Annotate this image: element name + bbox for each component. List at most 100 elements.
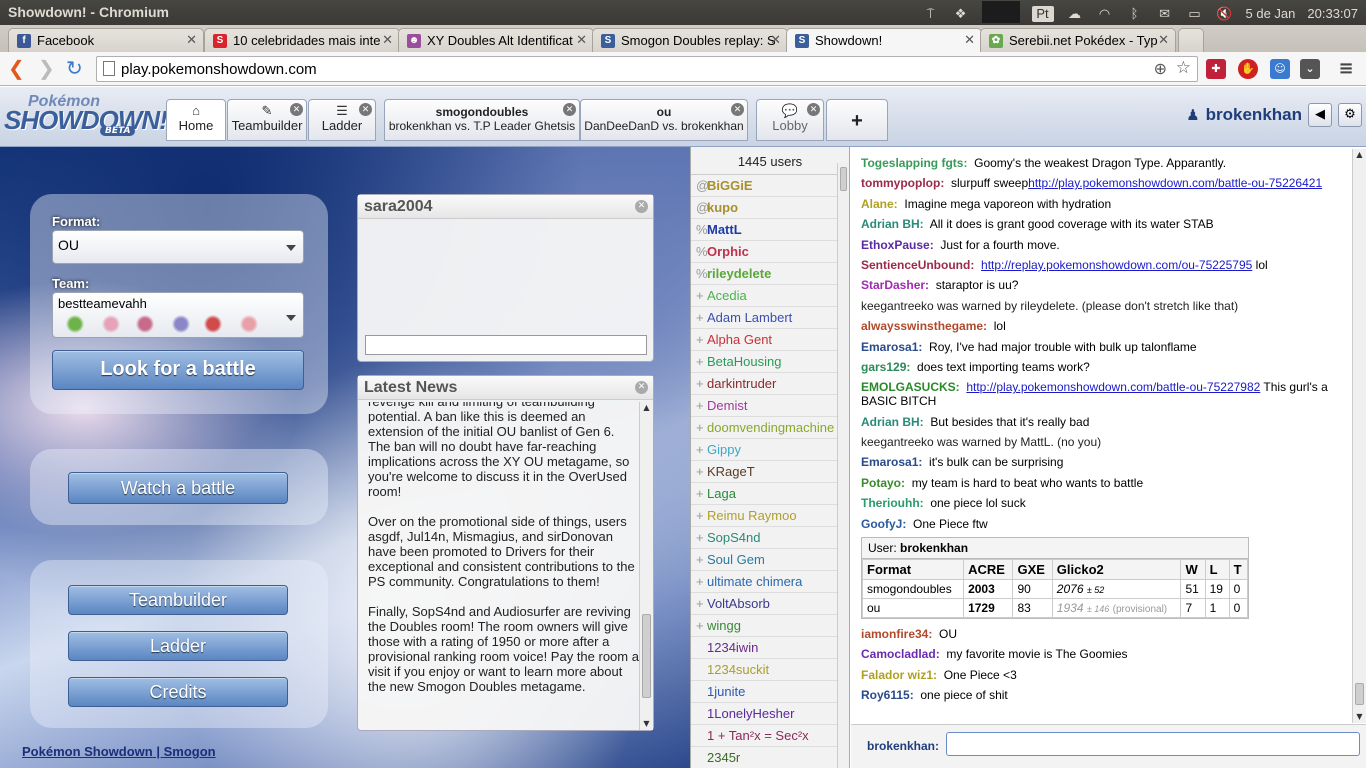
chat-username[interactable]: SentienceUnbound:	[861, 258, 974, 272]
user-list-item[interactable]: 1 + Tan²x = Sec²x	[691, 725, 849, 747]
scroll-down-icon[interactable]: ▼	[640, 718, 653, 730]
user-list-item[interactable]: + VoltAbsorb	[691, 593, 849, 615]
tray-app-icon[interactable]	[981, 1, 1020, 23]
sound-button[interactable]: ◀	[1308, 103, 1332, 127]
chat-username[interactable]: Adrian BH:	[861, 415, 924, 429]
extension-puzzle-icon[interactable]: ✚	[1206, 59, 1226, 79]
pocket-icon[interactable]: ⌄	[1300, 59, 1320, 79]
browser-tab-xy-doubles[interactable]: ☻ XY Doubles Alt Identificat ✕	[398, 28, 594, 52]
user-list-item[interactable]: + Laga	[691, 483, 849, 505]
extension-ghost-icon[interactable]: ☺	[1270, 59, 1290, 79]
close-icon[interactable]: ✕	[290, 103, 303, 116]
user-list-item[interactable]: 2345r	[691, 747, 849, 768]
chat-username[interactable]: EMOLGASUCKS:	[861, 380, 960, 394]
bookmark-star-icon[interactable]: ☆	[1176, 58, 1191, 78]
user-list-item[interactable]: @kupo	[691, 197, 849, 219]
cloud-icon[interactable]: ☁	[1066, 6, 1084, 22]
user-list-item[interactable]: @BiGGiE	[691, 175, 849, 197]
chat-username[interactable]: Alane:	[861, 197, 898, 211]
user-list-item[interactable]: %MattL	[691, 219, 849, 241]
tab-teambuilder[interactable]: ✎ Teambuilder ✕	[227, 99, 307, 141]
address-bar[interactable]: play.pokemonshowdown.com ⊕ ☆	[96, 56, 1198, 82]
user-list-item[interactable]: %rileydelete	[691, 263, 849, 285]
close-tab-icon[interactable]: ✕	[186, 32, 197, 48]
scrollbar-thumb[interactable]	[1355, 683, 1364, 705]
back-icon[interactable]: ❮	[8, 58, 25, 78]
new-room-button[interactable]: +	[826, 99, 888, 141]
user-list-item[interactable]: + Demist	[691, 395, 849, 417]
user-list-item[interactable]: + wingg	[691, 615, 849, 637]
volume-muted-icon[interactable]: 🔇	[1216, 6, 1234, 22]
browser-tab-facebook[interactable]: f Facebook ✕	[8, 28, 204, 52]
showdown-logo[interactable]: Pokémon SHOWDOWN! BETA	[4, 91, 168, 143]
scroll-up-icon[interactable]: ▲	[1353, 149, 1366, 161]
chat-scrollbar[interactable]: ▲ ▼	[1352, 149, 1366, 723]
chat-username[interactable]: Falador wiz1:	[861, 668, 937, 682]
user-list-item[interactable]: + ultimate chimera	[691, 571, 849, 593]
footer-link-smogon[interactable]: Smogon	[164, 744, 216, 759]
browser-tab-showdown[interactable]: S Showdown! ✕	[786, 28, 982, 53]
chat-username[interactable]: Togeslapping fgts:	[861, 156, 967, 170]
chat-username[interactable]: Emarosa1:	[861, 455, 922, 469]
dropbox-icon[interactable]: ❖	[952, 6, 970, 22]
close-icon[interactable]: ✕	[731, 103, 744, 116]
close-tab-icon[interactable]: ✕	[770, 32, 781, 48]
tab-home[interactable]: ⌂ Home	[166, 99, 226, 141]
mouse-icon[interactable]: ⍑	[922, 6, 940, 22]
user-list-item[interactable]: + SopS4nd	[691, 527, 849, 549]
chat-username[interactable]: Adrian BH:	[861, 217, 924, 231]
chat-username[interactable]: Potayo:	[861, 476, 905, 490]
close-icon[interactable]: ✕	[807, 103, 820, 116]
chat-link[interactable]: http://replay.pokemonshowdown.com/ou-752…	[981, 258, 1252, 272]
chat-link[interactable]: http://play.pokemonshowdown.com/battle-o…	[1028, 176, 1322, 190]
reload-icon[interactable]: ↻	[66, 58, 83, 78]
pm-title[interactable]: sara2004	[358, 195, 653, 219]
user-list-item[interactable]: + Reimu Raymoo	[691, 505, 849, 527]
chat-username[interactable]: tommypoplop:	[861, 176, 944, 190]
look-for-battle-button[interactable]: Look for a battle	[52, 350, 304, 390]
close-icon[interactable]: ✕	[359, 103, 372, 116]
chat-username[interactable]: Theriouhh:	[861, 496, 924, 510]
close-icon[interactable]: ✕	[635, 200, 648, 213]
user-list-item[interactable]: + KRageT	[691, 461, 849, 483]
mail-icon[interactable]: ✉	[1156, 6, 1174, 22]
user-list-item[interactable]: 1234iwin	[691, 637, 849, 659]
wifi-icon[interactable]: ◠	[1096, 6, 1114, 22]
footer-link-showdown[interactable]: Pokémon Showdown	[22, 744, 153, 759]
new-tab-button[interactable]	[1178, 28, 1204, 52]
user-list-item[interactable]: + Soul Gem	[691, 549, 849, 571]
settings-button[interactable]: ⚙	[1338, 103, 1362, 127]
browser-tab-smogon-replay[interactable]: S Smogon Doubles replay: S ✕	[592, 28, 788, 52]
news-scrollbar[interactable]: ▲ ▼	[639, 402, 653, 730]
user-list-item[interactable]: %Orphic	[691, 241, 849, 263]
battery-icon[interactable]: ▭	[1186, 6, 1204, 22]
user-list-item[interactable]: + BetaHousing	[691, 351, 849, 373]
tab-battle-ou[interactable]: ou DanDeeDanD vs. brokenkhan ✕	[580, 99, 748, 141]
close-tab-icon[interactable]: ✕	[382, 32, 393, 48]
user-list-item[interactable]: + Alpha Gent	[691, 329, 849, 351]
chat-username[interactable]: EthoxPause:	[861, 238, 934, 252]
close-tab-icon[interactable]: ✕	[964, 32, 975, 48]
scroll-up-icon[interactable]: ▲	[640, 402, 653, 414]
bluetooth-icon[interactable]: ᛒ	[1126, 6, 1144, 22]
chat-username[interactable]: GoofyJ:	[861, 517, 906, 531]
adblock-icon[interactable]: ✋	[1238, 59, 1258, 79]
username[interactable]: brokenkhan	[1206, 105, 1302, 125]
user-list-item[interactable]: 1234suckit	[691, 659, 849, 681]
clock[interactable]: 20:33:07	[1307, 6, 1358, 21]
user-list-item[interactable]: + doomvendingmachine	[691, 417, 849, 439]
keyboard-layout-indicator[interactable]: Pt	[1031, 5, 1054, 22]
user-list-item[interactable]: + darkintruder	[691, 373, 849, 395]
watch-battle-button[interactable]: Watch a battle	[68, 472, 288, 504]
chat-username[interactable]: alwaysswinsthegame:	[861, 319, 987, 333]
ladder-button[interactable]: Ladder	[68, 631, 288, 661]
scrollbar-thumb[interactable]	[642, 614, 651, 698]
credits-button[interactable]: Credits	[68, 677, 288, 707]
user-list-item[interactable]: + Adam Lambert	[691, 307, 849, 329]
user-list-item[interactable]: 1LonelyHesher	[691, 703, 849, 725]
user-list-item[interactable]: + Gippy	[691, 439, 849, 461]
user-list-item[interactable]: + Acedia	[691, 285, 849, 307]
scroll-down-icon[interactable]: ▼	[1353, 711, 1366, 723]
tab-lobby[interactable]: 💬 Lobby ✕	[756, 99, 824, 141]
forward-icon[interactable]: ❯	[38, 58, 55, 78]
